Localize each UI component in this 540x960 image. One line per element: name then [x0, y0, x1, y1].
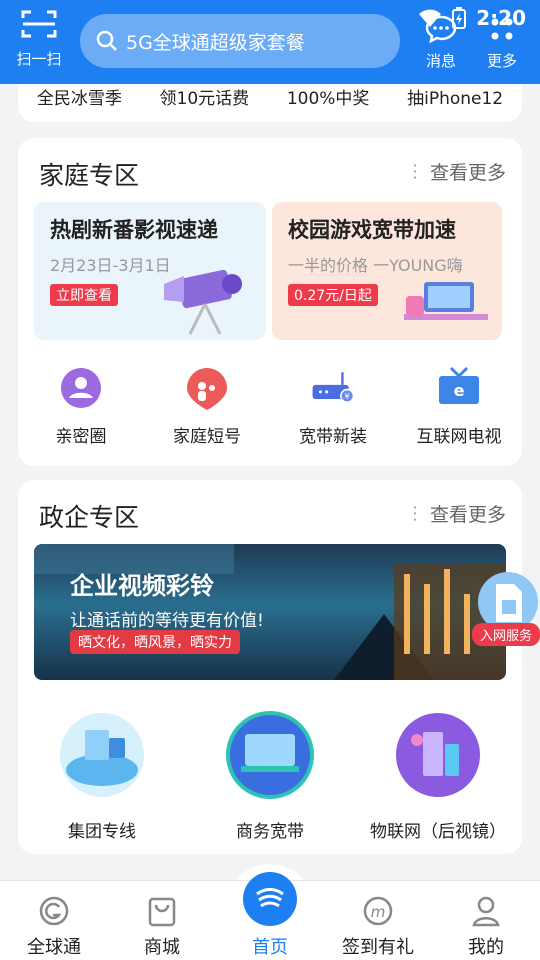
- family-item-iptv[interactable]: e 互联网电视: [399, 366, 519, 447]
- scan-button[interactable]: 扫一扫: [14, 8, 64, 69]
- enterprise-item-dedicated-line[interactable]: 集团专线: [27, 710, 177, 842]
- family-item-intimate-circle[interactable]: 亲密圈: [21, 366, 141, 447]
- video-camera-icon: [164, 269, 242, 335]
- wifi-icon: [419, 9, 442, 27]
- family-title: 家庭专区: [39, 161, 140, 190]
- tab-checkin[interactable]: m 签到有礼: [328, 881, 428, 960]
- search-placeholder: 5G全球通超级家套餐: [126, 31, 305, 54]
- tab-label: 首页: [252, 937, 288, 958]
- dots-icon: ⋮: [405, 161, 424, 182]
- banner-video-title: 热剧新番影视速递: [50, 218, 218, 242]
- search-bar[interactable]: 5G全球通超级家套餐: [80, 14, 400, 68]
- tv-icon: e: [439, 366, 479, 404]
- banner-campus-tag: 0.27元/日起: [288, 284, 378, 306]
- banner-video-tag: 立即查看: [50, 284, 118, 306]
- shopping-bag-icon: [148, 897, 176, 927]
- enterprise-item-label: 物联网（后视镜）: [370, 822, 506, 842]
- enterprise-icons: 集团专线 商务宽带 物联网（后视镜）: [18, 710, 522, 842]
- scan-label: 扫一扫: [16, 50, 62, 68]
- checkin-icon: m: [363, 896, 393, 926]
- banner-video[interactable]: 热剧新番影视速递 2月23日-3月1日 立即查看: [34, 202, 266, 340]
- status-bar: 2:20: [418, 6, 526, 30]
- family-item-label: 亲密圈: [55, 427, 107, 447]
- tab-global[interactable]: 全球通: [4, 881, 104, 960]
- tab-profile[interactable]: 我的: [436, 881, 536, 960]
- messages-label: 消息: [425, 52, 456, 70]
- search-icon: [96, 30, 117, 51]
- family-item-short-number[interactable]: 家庭短号: [147, 366, 267, 447]
- dedicated-line-icon: [60, 713, 144, 797]
- family-section: 家庭专区 ⋮ 查看更多 热剧新番影视速递 2月23日-3月1日 立即查看 校园游…: [18, 138, 522, 466]
- banner-campus-title: 校园游戏宽带加速: [288, 218, 456, 242]
- business-broadband-icon: [226, 711, 314, 799]
- svg-text:¥: ¥: [345, 392, 350, 401]
- enterprise-item-label: 商务宽带: [236, 822, 304, 842]
- promo-item[interactable]: 100%中奖: [287, 84, 370, 109]
- enterprise-banner-line2: 让通话前的等待更有价值!: [70, 611, 264, 631]
- svg-text:m: m: [371, 903, 386, 921]
- tab-mall[interactable]: 商城: [112, 881, 212, 960]
- top-header: 扫一扫 5G全球通超级家套餐 消息 更多 2:20: [0, 0, 540, 84]
- profile-icon: [472, 896, 500, 927]
- enterprise-banner[interactable]: 企业视频彩铃 让通话前的等待更有价值! 晒文化，晒风景，晒实力: [34, 544, 506, 680]
- enterprise-banner-line3: 晒文化，晒风景，晒实力: [70, 630, 240, 654]
- tab-label: 商城: [144, 937, 180, 958]
- family-item-broadband[interactable]: ¥ 宽带新装: [273, 366, 393, 447]
- global-icon: [39, 896, 69, 926]
- banner-campus[interactable]: 校园游戏宽带加速 一半的价格 一YOUNG嗨 0.27元/日起: [272, 202, 502, 340]
- banner-campus-subtitle: 一半的价格 一YOUNG嗨: [288, 256, 463, 275]
- family-icons: 亲密圈 家庭短号 ¥ 宽带新装 e 互联网电视: [18, 366, 522, 447]
- family-item-label: 互联网电视: [416, 427, 502, 447]
- network-service-label: 入网服务: [472, 623, 540, 646]
- enterprise-item-label: 集团专线: [68, 822, 136, 842]
- more-label: 更多: [486, 52, 517, 70]
- network-service-float-button[interactable]: 入网服务: [470, 572, 540, 646]
- tab-label: 签到有礼: [342, 937, 414, 958]
- promo-item[interactable]: 全民冰雪季: [37, 84, 122, 109]
- people-circle-icon: [61, 368, 101, 408]
- home-logo-icon: [256, 888, 284, 908]
- svg-text:e: e: [454, 381, 465, 400]
- gaming-desk-icon: [404, 282, 488, 320]
- family-more-link[interactable]: ⋮ 查看更多: [406, 158, 506, 185]
- tab-label: 我的: [468, 937, 504, 958]
- battery-icon: [452, 7, 467, 29]
- enterprise-banner-title: 企业视频彩铃: [70, 572, 214, 600]
- home-tab-button[interactable]: [243, 872, 297, 926]
- dots-icon: ⋮: [405, 503, 424, 524]
- family-phone-icon: [187, 368, 227, 410]
- scan-icon: [21, 10, 57, 38]
- promo-strip: 全民冰雪季 领10元话费 100%中奖 抽iPhone12: [18, 84, 522, 122]
- family-item-label: 家庭短号: [173, 427, 241, 447]
- enterprise-section: 政企专区 ⋮ 查看更多 企业视频彩铃 让通话前的等待更有价值! 晒文化，晒风景，…: [18, 480, 522, 854]
- router-icon: ¥: [312, 372, 355, 403]
- promo-item[interactable]: 抽iPhone12: [407, 84, 503, 109]
- status-time: 2:20: [476, 6, 526, 30]
- enterprise-more-link[interactable]: ⋮ 查看更多: [406, 500, 506, 527]
- family-more-label: 查看更多: [429, 162, 506, 184]
- enterprise-item-business-broadband[interactable]: 商务宽带: [195, 710, 345, 842]
- tab-label: 全球通: [27, 937, 81, 958]
- enterprise-more-label: 查看更多: [429, 504, 506, 526]
- family-item-label: 宽带新装: [299, 427, 367, 447]
- enterprise-item-iot[interactable]: 物联网（后视镜）: [363, 710, 513, 842]
- iot-icon: [396, 713, 480, 797]
- enterprise-title: 政企专区: [39, 503, 140, 532]
- promo-item[interactable]: 领10元话费: [160, 84, 250, 109]
